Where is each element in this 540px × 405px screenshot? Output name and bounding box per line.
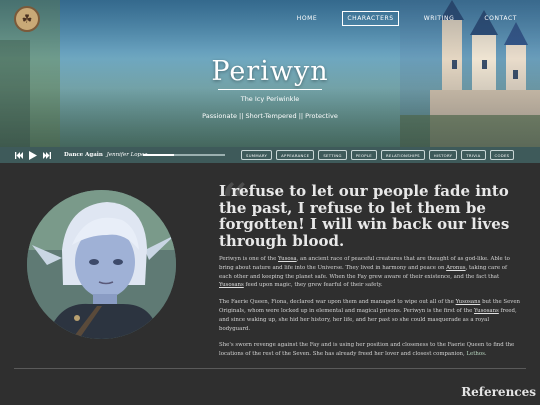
lore-link[interactable]: Yusosans xyxy=(474,308,499,314)
main-content: I refuse to let our people fade into the… xyxy=(219,183,521,359)
tab-people[interactable]: PEOPLE xyxy=(350,150,377,160)
paragraph-text: The Faerie Queen, Fiona, declared war up… xyxy=(219,299,456,306)
character-quote: I refuse to let our people fade into the… xyxy=(219,182,510,250)
top-nav: HOME CHARACTERS WRITING CONTACT xyxy=(272,11,522,26)
header-banner: ☘ HOME CHARACTERS WRITING CONTACT Periwy… xyxy=(0,0,540,147)
tab-summary[interactable]: SUMMARY xyxy=(241,150,273,160)
nav-writing[interactable]: WRITING xyxy=(419,11,460,26)
bio-paragraph-2: The Faerie Queen, Fiona, declared war up… xyxy=(219,298,521,333)
site-logo[interactable]: ☘ xyxy=(14,6,40,32)
song-progress-bar[interactable] xyxy=(143,154,225,156)
lore-link[interactable]: Yusosa xyxy=(278,256,297,262)
page-subtitle: The Icy Periwinkle xyxy=(240,95,300,103)
tab-setting[interactable]: SETTING xyxy=(318,150,347,160)
player-controls: Dance Again Jennifer Lopez xyxy=(14,150,147,160)
character-link[interactable]: Lethos xyxy=(466,351,484,357)
skip-back-icon[interactable] xyxy=(14,150,24,160)
play-icon[interactable] xyxy=(28,150,38,160)
nav-home[interactable]: HOME xyxy=(292,11,323,26)
now-playing: Dance Again Jennifer Lopez xyxy=(64,152,147,158)
skip-forward-icon[interactable] xyxy=(42,150,52,160)
bio-paragraph-1: Periwyn is one of the Yusosa, an ancient… xyxy=(219,255,521,290)
song-progress-fill xyxy=(143,154,175,156)
tab-codes[interactable]: CODES xyxy=(489,150,515,160)
song-artist: Jennifer Lopez xyxy=(106,152,148,158)
paragraph-text: feed upon magic, they grew fearful of th… xyxy=(243,282,383,289)
paragraph-text: . xyxy=(484,351,487,358)
tab-appearance[interactable]: APPEARANCE xyxy=(276,150,315,160)
character-traits: Passionate || Short-Tempered || Protecti… xyxy=(202,112,338,120)
title-block: Periwyn The Icy Periwinkle Passionate ||… xyxy=(0,56,540,120)
lore-link[interactable]: Aronus xyxy=(446,265,465,271)
paragraph-text: Periwyn is one of the xyxy=(219,256,279,262)
tab-trivia[interactable]: TRIVIA xyxy=(461,150,486,160)
tab-history[interactable]: HISTORY xyxy=(428,150,458,160)
nav-contact[interactable]: CONTACT xyxy=(479,11,522,26)
nav-characters[interactable]: CHARACTERS xyxy=(342,11,399,26)
lore-link[interactable]: Yusosans xyxy=(219,282,244,288)
title-underline xyxy=(218,89,322,90)
section-divider xyxy=(14,368,526,369)
references-heading: References xyxy=(461,385,536,399)
page-title: Periwyn xyxy=(211,56,329,87)
song-title: Dance Again xyxy=(64,152,103,158)
bio-paragraph-3: She's sworn revenge against the Fay and … xyxy=(219,341,521,359)
player-tab-bar: Dance Again Jennifer Lopez SUMMARY APPEA… xyxy=(0,147,540,163)
character-portrait xyxy=(27,190,176,339)
section-tabs: SUMMARY APPEARANCE SETTING PEOPLE RELATI… xyxy=(241,150,518,160)
tab-relationships[interactable]: RELATIONSHIPS xyxy=(380,150,425,160)
lore-link[interactable]: Yusosans xyxy=(456,299,481,305)
